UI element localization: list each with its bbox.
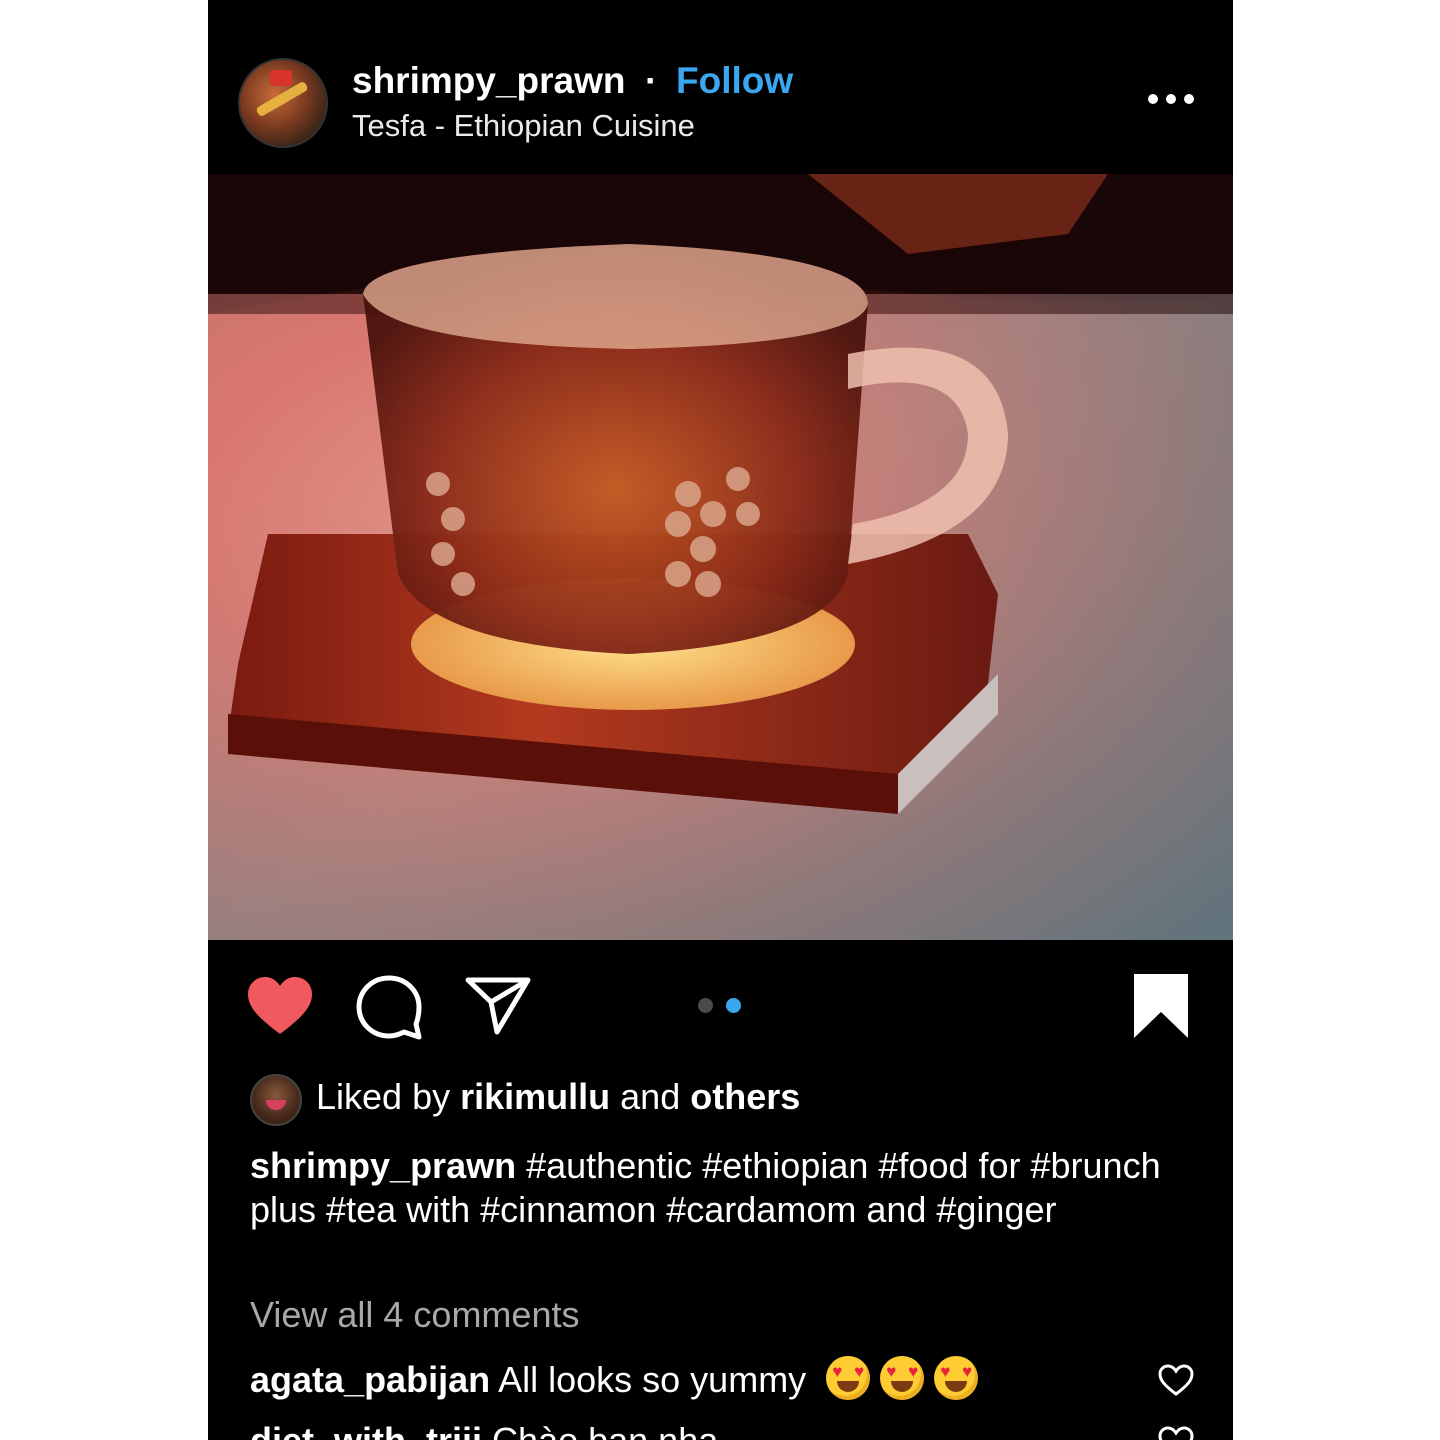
carousel-dot-active [726,998,741,1013]
comment-text: Chào bạn nha [492,1420,718,1440]
post-photo[interactable] [208,174,1233,940]
comment-icon[interactable] [356,974,422,1040]
bookmark-filled-icon[interactable] [1132,972,1190,1040]
liked-by-joiner: and [620,1076,681,1117]
comment-row: diet_with_triii Chào bạn nha [250,1420,718,1440]
liked-by-text: Liked by rikimullu and others [316,1076,800,1118]
post-header: shrimpy_prawn · Follow Tesfa - Ethiopian… [208,0,1233,174]
instagram-post: shrimpy_prawn · Follow Tesfa - Ethiopian… [208,0,1233,1440]
heart-filled-icon[interactable] [246,976,314,1036]
follow-button[interactable]: Follow [676,60,793,102]
heart-eyes-emoji [880,1356,925,1400]
action-bar [208,940,1233,1060]
liker-avatar[interactable] [250,1074,302,1126]
caption-username[interactable]: shrimpy_prawn [250,1145,516,1186]
carousel-indicator [698,998,744,1014]
comment-like-heart-icon[interactable] [1158,1426,1194,1440]
comment-text: All looks so yummy [498,1359,807,1400]
separator-dot: · [645,60,658,101]
liked-by-row[interactable]: Liked by rikimullu and others [250,1072,1150,1126]
liker-username[interactable]: rikimullu [460,1076,610,1117]
carousel-dot [698,998,713,1013]
send-icon[interactable] [465,976,531,1036]
view-all-comments-link[interactable]: View all 4 comments [250,1294,579,1336]
heart-eyes-emoji [934,1356,979,1400]
liked-by-prefix: Liked by [316,1076,451,1117]
more-options-icon[interactable] [1148,88,1194,110]
comment-row: agata_pabijan All looks so yummy [250,1356,979,1401]
author-avatar[interactable] [238,58,328,148]
comment-like-heart-icon[interactable] [1158,1364,1194,1396]
post-caption: shrimpy_prawn #authentic #ethiopian #foo… [250,1144,1190,1232]
location-link[interactable]: Tesfa - Ethiopian Cuisine [352,108,695,144]
heart-eyes-emoji [826,1356,871,1400]
comment-username[interactable]: agata_pabijan [250,1359,490,1400]
comment-username[interactable]: diet_with_triii [250,1420,482,1440]
liked-by-others[interactable]: others [690,1076,800,1117]
author-username[interactable]: shrimpy_prawn [352,60,625,102]
